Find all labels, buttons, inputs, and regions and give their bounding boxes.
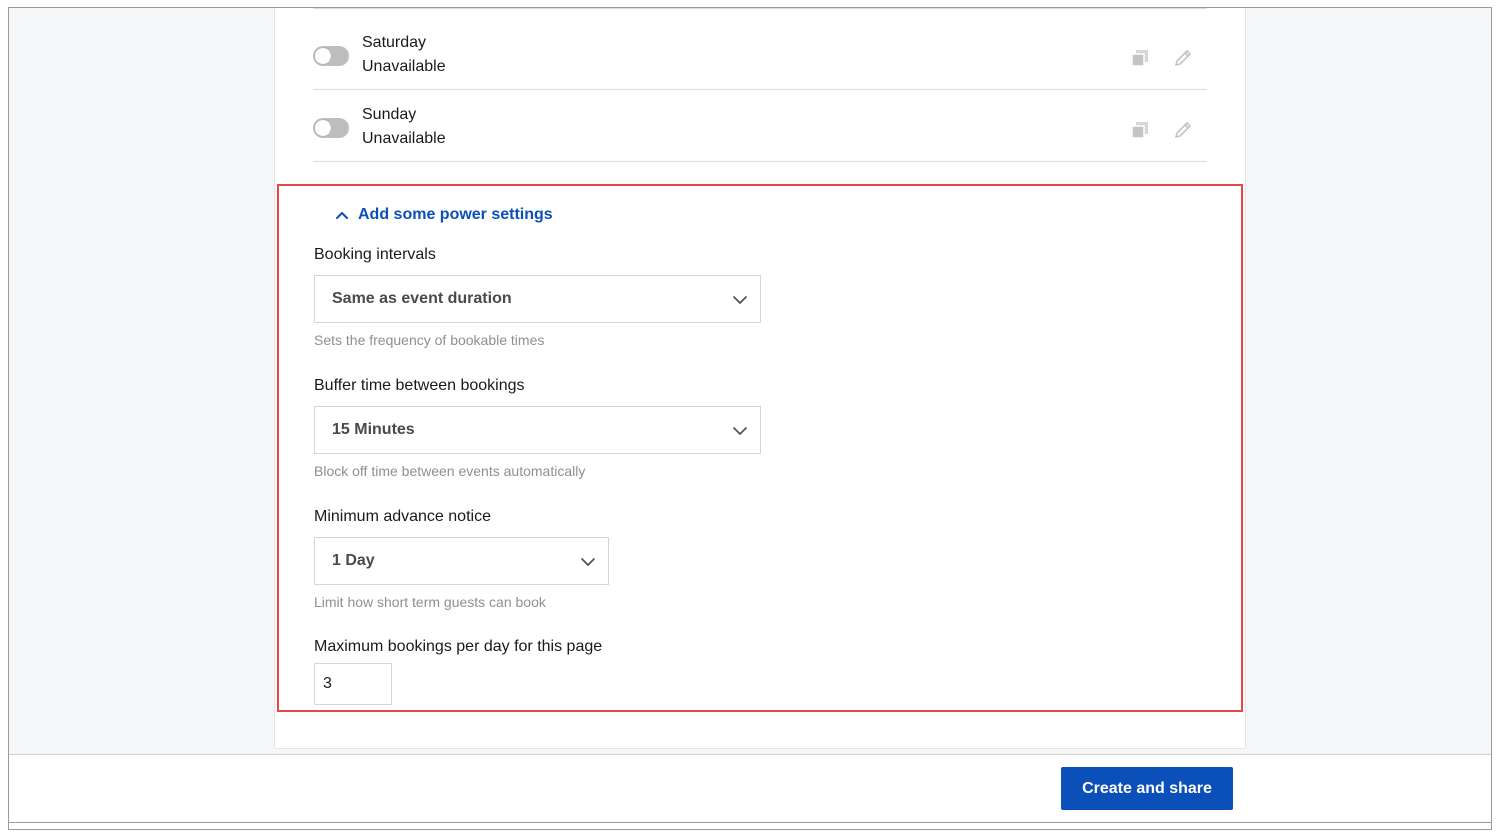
copy-icon[interactable] (1129, 47, 1151, 69)
app-window: Saturday Unavailable Sunday Unavailable (8, 7, 1492, 830)
toggle-knob (315, 48, 331, 64)
bottom-strip (9, 822, 1491, 829)
booking-intervals-help: Sets the frequency of bookable times (314, 332, 545, 348)
advance-notice-help: Limit how short term guests can book (314, 594, 546, 610)
chevron-down-icon (733, 296, 747, 304)
day-toggle-saturday[interactable] (313, 46, 349, 66)
select-value: 15 Minutes (332, 421, 415, 438)
buffer-time-help: Block off time between events automatica… (314, 463, 586, 479)
power-settings-toggle[interactable]: Add some power settings (334, 206, 553, 224)
chevron-up-icon (336, 212, 348, 219)
pencil-icon[interactable] (1172, 47, 1194, 69)
day-status: Unavailable (362, 130, 446, 147)
pencil-icon[interactable] (1172, 119, 1194, 141)
copy-icon[interactable] (1129, 119, 1151, 141)
advance-notice-label: Minimum advance notice (314, 508, 491, 525)
day-toggle-sunday[interactable] (313, 118, 349, 138)
footer-bar: Create and share (9, 754, 1491, 822)
max-bookings-label: Maximum bookings per day for this page (314, 638, 603, 655)
day-name: Sunday (362, 106, 417, 123)
power-settings-section: Add some power settings Booking interval… (277, 184, 1243, 712)
booking-intervals-label: Booking intervals (314, 246, 436, 263)
day-row-sunday: Sunday Unavailable (313, 91, 1207, 162)
create-and-share-button[interactable]: Create and share (1061, 767, 1233, 810)
chevron-down-icon (733, 427, 747, 435)
day-row-saturday: Saturday Unavailable (313, 19, 1207, 90)
day-status: Unavailable (362, 58, 446, 75)
toggle-knob (315, 120, 331, 136)
advance-notice-select[interactable]: 1 Day (314, 537, 609, 585)
booking-intervals-select[interactable]: Same as event duration (314, 275, 761, 323)
max-bookings-input[interactable] (314, 663, 392, 705)
day-name: Saturday (362, 34, 427, 51)
select-value: 1 Day (332, 552, 375, 569)
power-settings-label: Add some power settings (358, 206, 553, 223)
buffer-time-label: Buffer time between bookings (314, 377, 525, 394)
select-value: Same as event duration (332, 290, 512, 307)
card-top-accent (313, 8, 1207, 9)
buffer-time-select[interactable]: 15 Minutes (314, 406, 761, 454)
chevron-down-icon (581, 558, 595, 566)
